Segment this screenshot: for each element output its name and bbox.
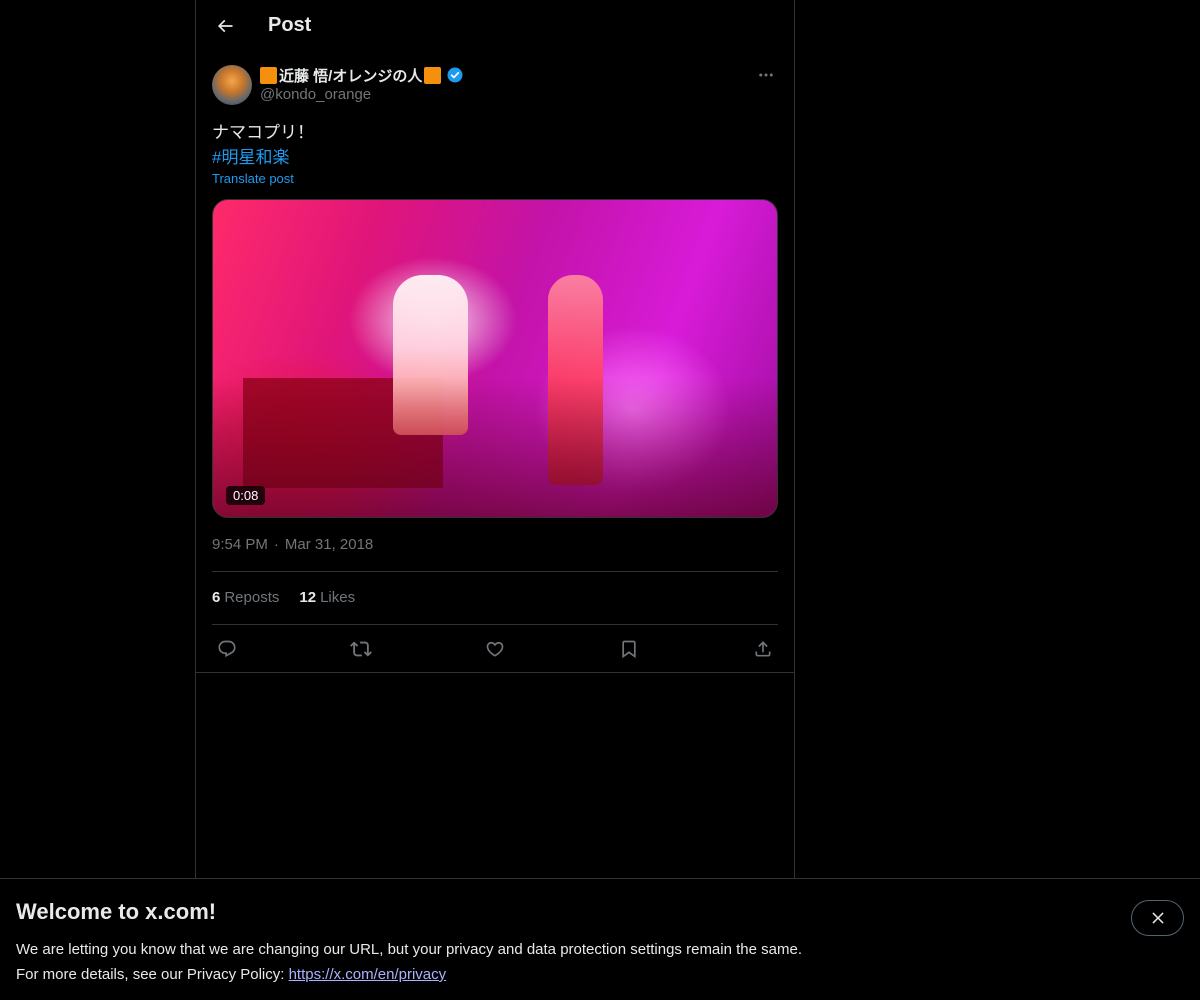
url-change-banner: Welcome to x.com! We are letting you kno…	[0, 878, 1200, 1000]
video-player[interactable]: 0:08	[212, 199, 778, 518]
more-options-button[interactable]	[754, 64, 778, 86]
timestamp-separator: ·	[273, 536, 279, 553]
reposts-stat[interactable]: 6 Reposts	[212, 589, 279, 606]
post-date[interactable]: Mar 31, 2018	[285, 536, 373, 553]
share-icon	[755, 641, 771, 657]
orange-square-emoji	[260, 66, 277, 84]
likes-label: Likes	[320, 589, 356, 606]
repost-button[interactable]	[346, 634, 376, 664]
avatar[interactable]	[212, 65, 252, 105]
reposts-label: Reposts	[224, 589, 280, 606]
video-duration-badge: 0:08	[226, 486, 266, 505]
like-button[interactable]	[480, 634, 510, 664]
banner-line-1: We are letting you know that we are chan…	[16, 941, 802, 958]
author-name-row[interactable]: 近藤 悟/オレンジの人	[260, 64, 464, 86]
bookmark-button[interactable]	[614, 634, 644, 664]
reply-icon	[218, 640, 236, 658]
hashtag-link[interactable]: #明星和楽	[212, 145, 314, 170]
share-button[interactable]	[748, 634, 778, 664]
page-title: Post	[268, 14, 312, 36]
more-horizontal-icon	[759, 73, 773, 77]
divider	[212, 571, 778, 572]
heart-icon	[486, 641, 504, 657]
orange-square-emoji	[424, 66, 442, 84]
author-info: 近藤 悟/オレンジの人 @kondo_orange	[260, 64, 464, 103]
engagement-stats: 6 Reposts 12 Likes	[212, 589, 355, 606]
repost-icon	[350, 641, 372, 657]
banner-text: We are letting you know that we are chan…	[16, 937, 802, 987]
close-banner-button[interactable]	[1131, 900, 1184, 936]
top-bar: Post	[196, 0, 794, 53]
author-handle[interactable]: @kondo_orange	[260, 86, 464, 103]
arrow-left-icon	[217, 19, 233, 33]
translate-post-link[interactable]: Translate post	[212, 171, 294, 186]
likes-count: 12	[299, 589, 317, 606]
post-time[interactable]: 9:54 PM	[212, 536, 268, 553]
divider	[196, 672, 794, 673]
post-timestamp[interactable]: 9:54 PM · Mar 31, 2018	[212, 536, 373, 553]
banner-title: Welcome to x.com!	[16, 899, 217, 924]
reply-button[interactable]	[212, 634, 242, 664]
likes-stat[interactable]: 12 Likes	[299, 589, 355, 606]
privacy-policy-link[interactable]: https://x.com/en/privacy	[289, 966, 447, 983]
post-body: ナマコプリ！	[212, 123, 314, 142]
back-button[interactable]	[208, 9, 242, 43]
banner-line-2-prefix: For more details, see our Privacy Policy…	[16, 966, 289, 983]
action-bar	[212, 634, 778, 664]
reposts-count: 6	[212, 589, 221, 606]
divider	[212, 624, 778, 625]
close-icon	[1151, 912, 1164, 924]
banner-line-2: For more details, see our Privacy Policy…	[16, 962, 802, 987]
video-frame-stage	[213, 377, 777, 517]
verified-badge-icon	[447, 67, 463, 83]
author-name[interactable]: 近藤 悟/オレンジの人	[279, 65, 422, 86]
bookmark-icon	[622, 640, 636, 659]
post-text: ナマコプリ！ #明星和楽	[212, 120, 314, 170]
primary-column: Post 近藤 悟/オレンジの人 @kondo_orange ナマコプリ！ #明…	[195, 0, 795, 878]
